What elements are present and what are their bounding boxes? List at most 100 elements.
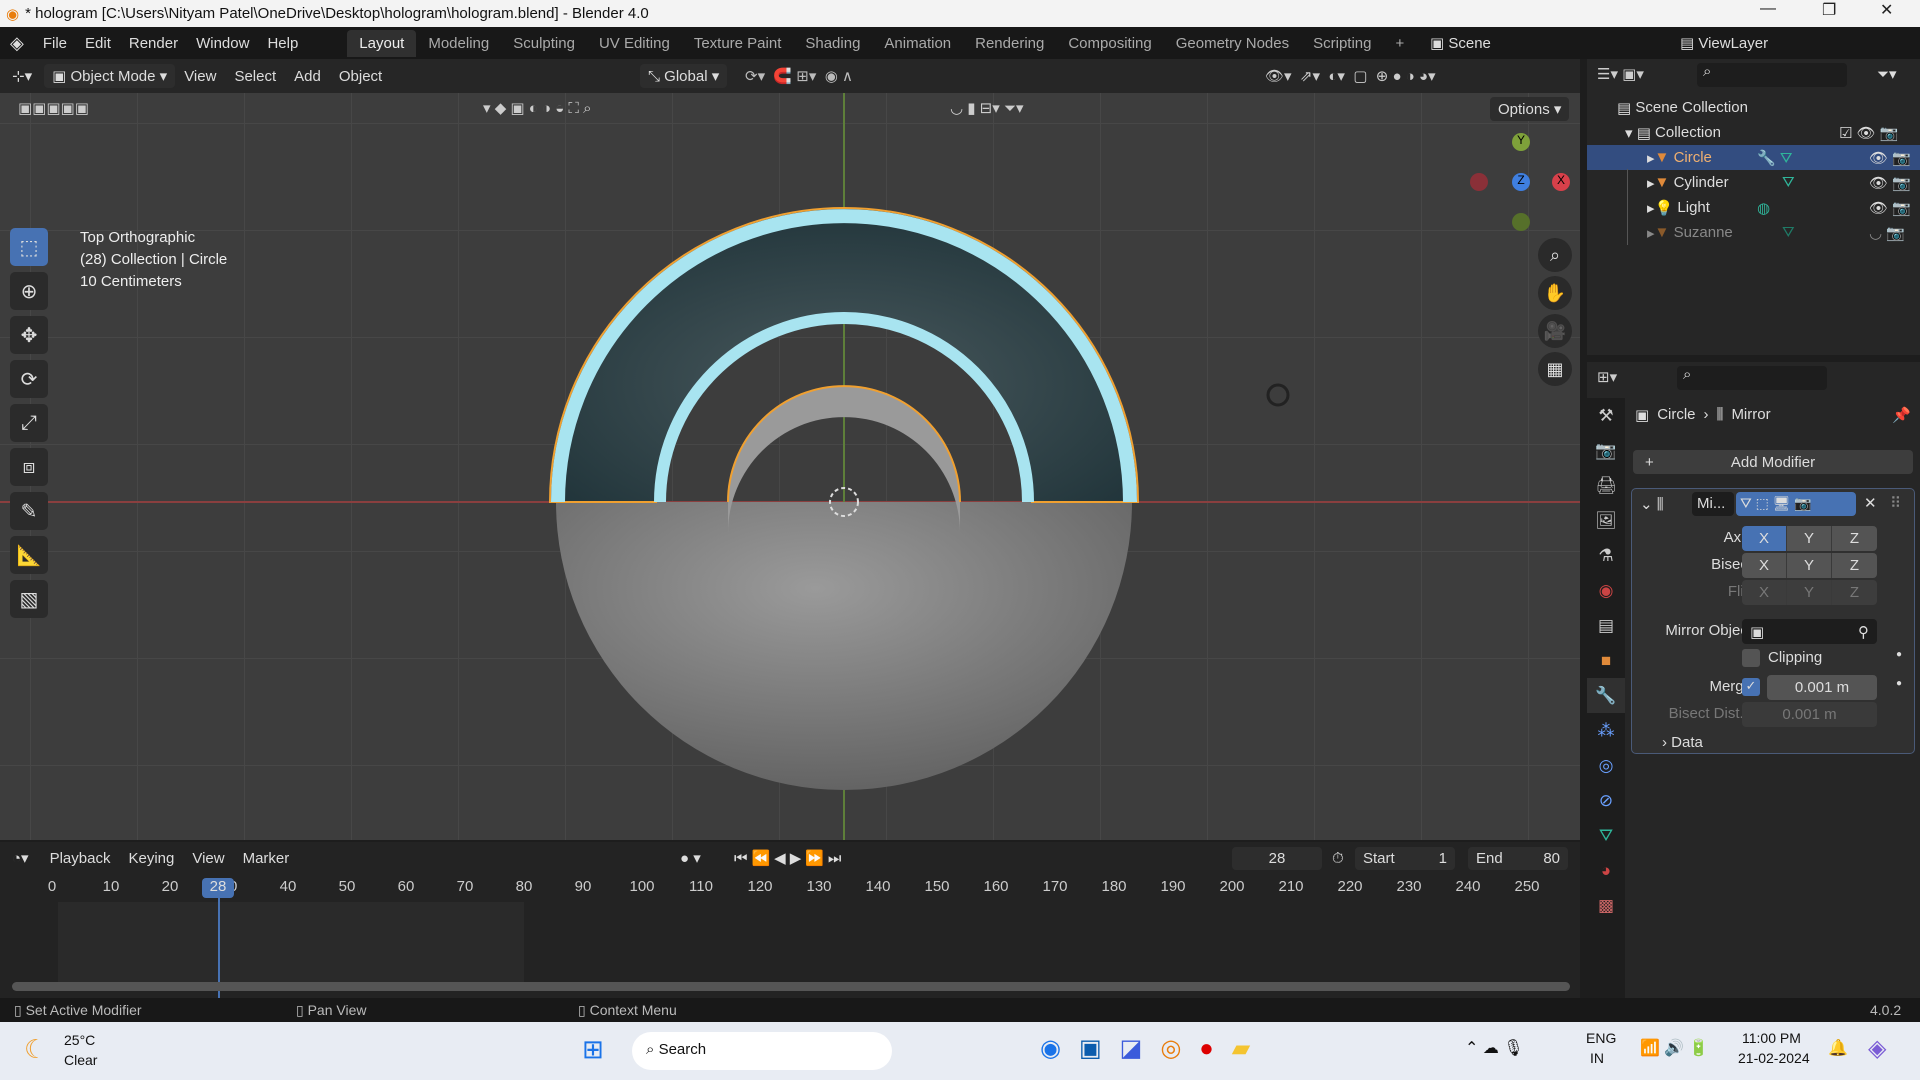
select-box-tool[interactable]: ⬚ <box>10 228 48 266</box>
viewlayer-selector[interactable]: ▤ ViewLayer <box>1680 34 1768 52</box>
menu-file[interactable]: File <box>34 35 76 52</box>
weather-moon-icon[interactable]: ☾ <box>24 1034 47 1065</box>
bisect-z[interactable]: Z <box>1832 553 1877 578</box>
tab-rendering[interactable]: Rendering <box>963 30 1056 57</box>
collection-checkbox[interactable]: ☑ 👁 📷 <box>1839 124 1899 142</box>
camera-view-icon[interactable]: 🎥 <box>1538 314 1572 348</box>
outliner-item-cylinder[interactable]: ▸ ▼ Cylinder ⛛ 👁 📷 <box>1587 170 1920 195</box>
annotate-tool[interactable]: ✎ <box>10 492 48 530</box>
gizmo-neg-y[interactable] <box>1512 213 1530 231</box>
modifier-tab-icon[interactable]: 🔧 <box>1587 678 1625 713</box>
zoom-icon[interactable]: ⌕ <box>1538 238 1572 272</box>
tab-compositing[interactable]: Compositing <box>1056 30 1163 57</box>
scene-tab-icon[interactable]: ⚗ <box>1587 538 1625 573</box>
pivot-snap-icons[interactable]: ⟳▾ 🧲 ⊞▾ ◉ ∧ <box>745 67 853 85</box>
world-tab-icon[interactable]: ◉ <box>1587 573 1625 608</box>
bisect-y[interactable]: Y <box>1787 553 1832 578</box>
gizmo-y[interactable]: Y <box>1512 133 1530 151</box>
modifier-visibility-toggles[interactable]: ⛛ ⬚ 🖥 📷 <box>1736 492 1856 516</box>
add-cube-tool[interactable]: ▧ <box>10 580 48 618</box>
editor-type-icon[interactable]: ◔▾ <box>0 849 41 867</box>
menu-render[interactable]: Render <box>120 35 187 52</box>
menu-window[interactable]: Window <box>187 35 258 52</box>
transform-tool[interactable]: ⧈ <box>10 448 48 486</box>
taskbar-search[interactable]: ⌕ Search <box>632 1032 892 1070</box>
gizmo-x[interactable]: X <box>1552 173 1570 191</box>
visibility-icon[interactable]: 👁 📷 <box>1869 199 1911 217</box>
outliner-item-light[interactable]: ▸ 💡 Light ◍ 👁 📷 <box>1587 195 1920 220</box>
pan-hand-icon[interactable]: ✋ <box>1538 276 1572 310</box>
cursor-tool[interactable]: ⊕ <box>10 272 48 310</box>
stopwatch-icon[interactable]: ⏱ <box>1332 850 1344 867</box>
tab-scripting[interactable]: Scripting <box>1301 30 1383 57</box>
copilot-icon[interactable]: ◈ <box>1868 1034 1886 1063</box>
view-layer-tab-icon[interactable]: 🖼 <box>1587 503 1625 538</box>
eyedropper-icon[interactable]: ⚲ <box>1858 623 1869 641</box>
navigation-gizmo[interactable]: Y Z X <box>1470 133 1570 233</box>
scene-collection-row[interactable]: ▤ Scene Collection <box>1587 95 1920 120</box>
data-subpanel[interactable]: › Data <box>1662 734 1703 751</box>
system-tray-icons[interactable]: ⌃ ☁ 🎙 <box>1465 1038 1524 1058</box>
hidden-icon[interactable]: ◡ 📷 <box>1869 224 1905 242</box>
collection-row[interactable]: ▾ ▤ Collection ☑ 👁 📷 <box>1587 120 1920 145</box>
outliner-item-suzanne[interactable]: ▸ ▼ Suzanne ⛛ ◡ 📷 <box>1587 220 1920 245</box>
keyframe-dot[interactable]: ● <box>1896 678 1902 689</box>
modifier-delete-icon[interactable]: ✕ <box>1864 494 1877 512</box>
keyframe-dot[interactable]: ● <box>1896 649 1902 660</box>
flip-z[interactable]: Z <box>1832 580 1877 605</box>
editor-type-icon[interactable]: ⊹▾ <box>0 67 44 85</box>
outliner-item-circle[interactable]: ▸ ▼ Circle 🔧 ⛛ 👁 📷 <box>1587 145 1920 170</box>
data-tab-icon[interactable]: ⛛ <box>1587 818 1625 853</box>
tab-uv-editing[interactable]: UV Editing <box>587 30 682 57</box>
tool-tab-icon[interactable]: ⚒ <box>1587 398 1625 433</box>
3d-viewport[interactable]: ▣▣▣▣▣ ▾ ◆ ▣ ◐ ◑ ◒ ⛶ ⌕ ◡ ▮ ⊟▾ ⏷▾ Options … <box>0 93 1580 840</box>
tab-sculpting[interactable]: Sculpting <box>501 30 587 57</box>
filter-icon[interactable]: ⏷▾ <box>1877 65 1897 83</box>
bisect-distance-field[interactable]: 0.001 m <box>1742 702 1877 727</box>
notifications-icon[interactable]: 🔔 <box>1828 1038 1848 1058</box>
tab-layout[interactable]: Layout <box>347 29 417 57</box>
measure-tool[interactable]: 📐 <box>10 536 48 574</box>
gizmo-z[interactable]: Z <box>1512 173 1530 191</box>
viewport-menu-add[interactable]: Add <box>285 68 330 85</box>
add-modifier-button[interactable]: + Add Modifier <box>1633 450 1913 474</box>
pin-icon[interactable]: 📌 <box>1892 406 1911 424</box>
tab-geometry-nodes[interactable]: Geometry Nodes <box>1164 30 1301 57</box>
current-frame-field[interactable]: 28 <box>1232 846 1322 870</box>
timeline-view-menu[interactable]: View <box>183 850 233 867</box>
scale-tool[interactable]: ⤢ <box>10 404 48 442</box>
render-tab-icon[interactable]: 📷 <box>1587 433 1625 468</box>
light-data-icon[interactable]: ◍ <box>1757 199 1770 217</box>
merge-checkbox[interactable]: ✓ <box>1742 678 1760 696</box>
viewport-menu-object[interactable]: Object <box>330 68 391 85</box>
modifier-name-field[interactable]: Mi... <box>1692 492 1734 516</box>
mesh-data-icon[interactable]: ⛛ <box>1782 224 1795 241</box>
region-label[interactable]: IN <box>1590 1050 1604 1066</box>
end-frame-field[interactable]: End 80 <box>1468 846 1568 870</box>
clock-time[interactable]: 11:00 PM <box>1742 1030 1801 1046</box>
playhead-frame-label[interactable]: 28 <box>202 878 234 898</box>
blender-menu-icon[interactable]: ◈ <box>0 33 34 54</box>
material-tab-icon[interactable]: ◕ <box>1587 853 1625 888</box>
object-tab-icon[interactable]: ■ <box>1587 643 1625 678</box>
outliner-search-input[interactable]: ⌕ <box>1697 63 1847 87</box>
axis-x[interactable]: X <box>1742 526 1787 551</box>
language-label[interactable]: ENG <box>1586 1030 1616 1046</box>
viewport-menu-view[interactable]: View <box>175 68 225 85</box>
minimize-button[interactable]: — <box>1760 0 1776 18</box>
axis-z[interactable]: Z <box>1832 526 1877 551</box>
mode-dropdown[interactable]: ▣ Object Mode ▾ <box>44 64 176 88</box>
move-tool[interactable]: ✥ <box>10 316 48 354</box>
visibility-icon[interactable]: 👁 📷 <box>1869 174 1911 192</box>
properties-search-input[interactable]: ⌕ <box>1677 366 1827 390</box>
rotate-tool[interactable]: ⟳ <box>10 360 48 398</box>
start-frame-field[interactable]: Start 1 <box>1355 846 1455 870</box>
weather-temp[interactable]: 25°C <box>64 1032 95 1048</box>
viewport-menu-select[interactable]: Select <box>225 68 285 85</box>
output-tab-icon[interactable]: 🖨 <box>1587 468 1625 503</box>
tab-animation[interactable]: Animation <box>872 30 963 57</box>
start-button[interactable]: ⊞ <box>582 1034 604 1065</box>
collapse-chevron-icon[interactable]: ⌄ ⫼ <box>1640 495 1664 513</box>
tab-shading[interactable]: Shading <box>793 30 872 57</box>
network-sound-battery-icons[interactable]: 📶 🔊 🔋 <box>1640 1038 1709 1058</box>
